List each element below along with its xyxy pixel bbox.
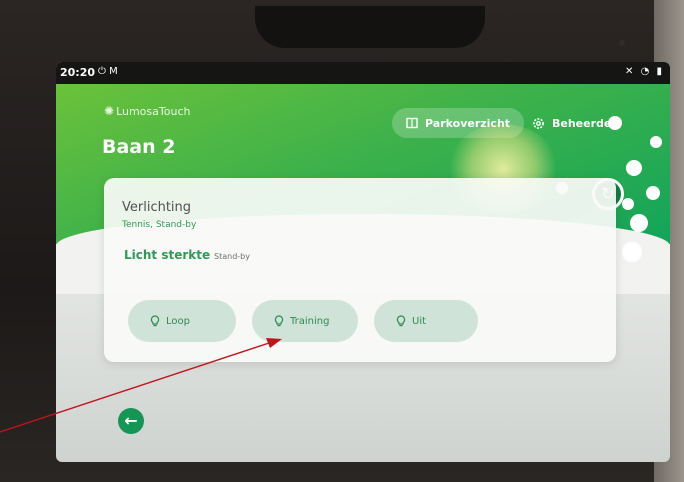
status-bar: 20:20 ⏻ M ✕ ◔ ▮ [56,62,670,84]
mode-button-training[interactable]: Training [252,300,358,342]
decor-dot [630,214,648,232]
card-title: Verlichting [122,200,192,215]
page-title: Baan 2 [102,136,176,158]
decor-dot [626,160,642,176]
lumosa-sun-icon: ✺ [104,104,115,118]
gear-icon [533,117,544,129]
mode-button-uit[interactable]: Uit [374,300,478,342]
decor-dot [622,198,634,210]
status-notification-icons: ⏻ M [98,66,118,77]
status-time: 20:20 [60,66,96,79]
decor-dot [622,242,642,262]
tablet-screen: 20:20 ⏻ M ✕ ◔ ▮ ✺ LumosaTouch Baan 2 Park… [56,62,670,462]
book-icon [406,117,418,129]
decor-dot [646,186,660,200]
mode-button-loop[interactable]: Loop [128,300,236,342]
lighting-card: Verlichting Tennis, Stand-by Licht sterk… [104,178,616,362]
logo-text: LumosaTouch [116,105,191,118]
mode-label: Uit [412,315,427,327]
app-logo: ✺ LumosaTouch [104,104,190,118]
arrow-left-icon: ← [124,411,138,430]
light-strength-label: Licht sterkte [124,248,211,262]
lightbulb-icon [150,315,160,327]
decor-dot [608,116,622,130]
lightbulb-icon [274,315,284,327]
decor-dot [650,136,662,148]
mode-label: Loop [166,315,190,327]
admin-button[interactable]: Beheerder [532,108,617,138]
light-strength-value: Stand-by [214,252,250,261]
back-button[interactable]: ← [118,408,144,434]
mode-label: Training [290,315,330,327]
camera-lens [619,40,625,46]
lightbulb-icon [396,315,406,327]
card-subtitle: Tennis, Stand-by [122,220,197,230]
tablet-notch [255,6,625,48]
status-system-icons: ✕ ◔ ▮ [625,66,664,77]
